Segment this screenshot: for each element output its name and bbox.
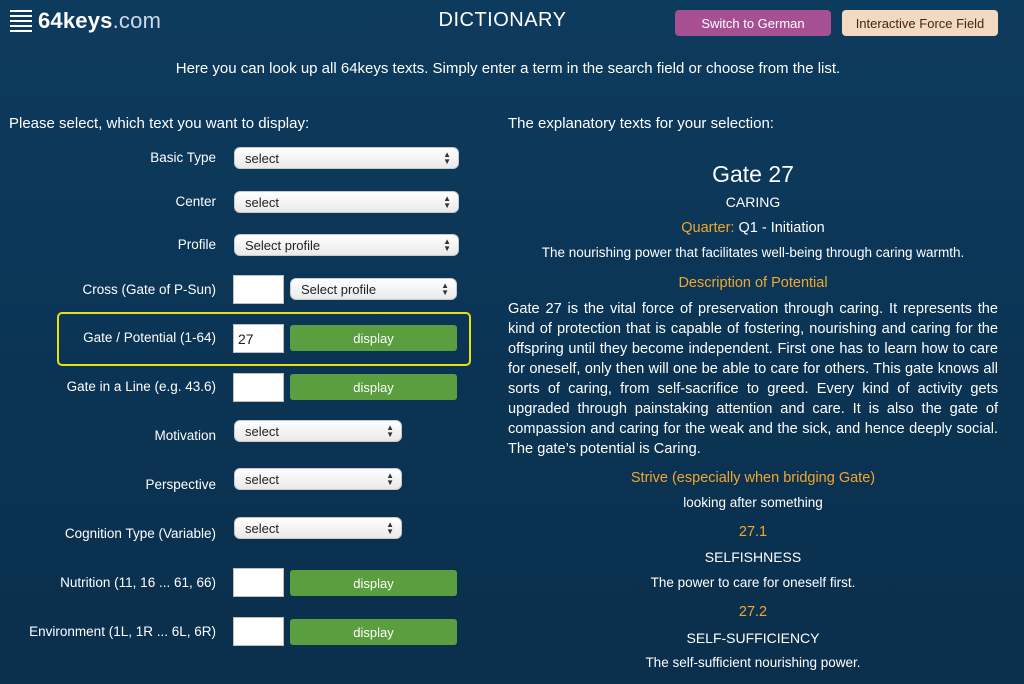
cognition-type-select[interactable]: select ▲ ▼ bbox=[234, 517, 402, 539]
perspective-label: Perspective bbox=[145, 477, 216, 492]
line-1-text: The power to care for oneself first. bbox=[650, 575, 856, 590]
select-arrow-icon: ▲ ▼ bbox=[441, 281, 449, 297]
cross-label: Cross (Gate of P-Sun) bbox=[82, 282, 216, 297]
gate-line-input[interactable] bbox=[233, 373, 284, 402]
cross-gate-input[interactable] bbox=[233, 275, 284, 304]
select-arrow-icon: ▲ ▼ bbox=[386, 423, 394, 439]
strive-text: looking after something bbox=[683, 495, 823, 510]
line-1-name: SELFISHNESS bbox=[704, 549, 802, 565]
gate-name: CARING bbox=[725, 194, 781, 210]
quarter-line: Quarter: Q1 - Initiation bbox=[505, 220, 1001, 236]
line-2-name: SELF-SUFFICIENCY bbox=[686, 630, 820, 646]
gate-summary: The nourishing power that facilitates we… bbox=[541, 245, 965, 260]
strive-heading: Strive (especially when bridging Gate) bbox=[630, 470, 876, 486]
select-arrow-icon: ▲ ▼ bbox=[386, 520, 394, 536]
gate-display-button[interactable]: display bbox=[290, 325, 457, 351]
select-arrow-icon: ▲ ▼ bbox=[443, 237, 451, 253]
description-heading: Description of Potential bbox=[678, 275, 828, 291]
nutrition-input[interactable] bbox=[233, 568, 284, 597]
quarter-value: Q1 - Initiation bbox=[734, 220, 825, 236]
gate-potential-input[interactable]: 27 bbox=[233, 324, 284, 353]
description-text: Gate 27 is the vital force of preservati… bbox=[508, 301, 998, 457]
nutrition-display-button[interactable]: display bbox=[290, 570, 457, 596]
basic-type-select[interactable]: select ▲ ▼ bbox=[234, 147, 459, 169]
nutrition-label: Nutrition (11, 16 ... 61, 66) bbox=[60, 575, 216, 590]
environment-input[interactable] bbox=[233, 617, 284, 646]
center-select[interactable]: select ▲ ▼ bbox=[234, 191, 459, 213]
profile-select[interactable]: Select profile ▲ ▼ bbox=[234, 234, 459, 256]
environment-display-button[interactable]: display bbox=[290, 619, 457, 645]
line-2-number: 27.2 bbox=[738, 604, 768, 620]
environment-label: Environment (1L, 1R ... 6L, 6R) bbox=[29, 624, 216, 639]
gate-line-label: Gate in a Line (e.g. 43.6) bbox=[66, 379, 216, 394]
gate-potential-label: Gate / Potential (1-64) bbox=[83, 330, 216, 345]
motivation-select[interactable]: select ▲ ▼ bbox=[234, 420, 402, 442]
profile-label: Profile bbox=[177, 237, 216, 252]
perspective-select[interactable]: select ▲ ▼ bbox=[234, 468, 402, 490]
line-2-text: The self-sufficient nourishing power. bbox=[645, 655, 861, 670]
left-heading: Please select, which text you want to di… bbox=[9, 115, 310, 132]
gate-title: Gate 27 bbox=[712, 161, 794, 187]
select-arrow-icon: ▲ ▼ bbox=[443, 150, 451, 166]
intro-text: Here you can look up all 64keys texts. S… bbox=[175, 60, 841, 77]
gate-line-display-button[interactable]: display bbox=[290, 374, 457, 400]
right-heading: The explanatory texts for your selection… bbox=[508, 115, 774, 132]
cross-profile-select[interactable]: Select profile ▲ ▼ bbox=[290, 278, 457, 300]
motivation-label: Motivation bbox=[154, 428, 216, 443]
cognition-type-label: Cognition Type (Variable) bbox=[64, 526, 216, 541]
line-1-number: 27.1 bbox=[738, 524, 768, 540]
center-label: Center bbox=[175, 194, 216, 209]
quarter-label: Quarter: bbox=[681, 220, 735, 236]
interactive-force-field-button[interactable]: Interactive Force Field bbox=[842, 10, 998, 36]
select-arrow-icon: ▲ ▼ bbox=[443, 194, 451, 210]
basic-type-label: Basic Type bbox=[150, 150, 216, 165]
switch-language-button[interactable]: Switch to German bbox=[675, 10, 831, 36]
select-arrow-icon: ▲ ▼ bbox=[386, 471, 394, 487]
